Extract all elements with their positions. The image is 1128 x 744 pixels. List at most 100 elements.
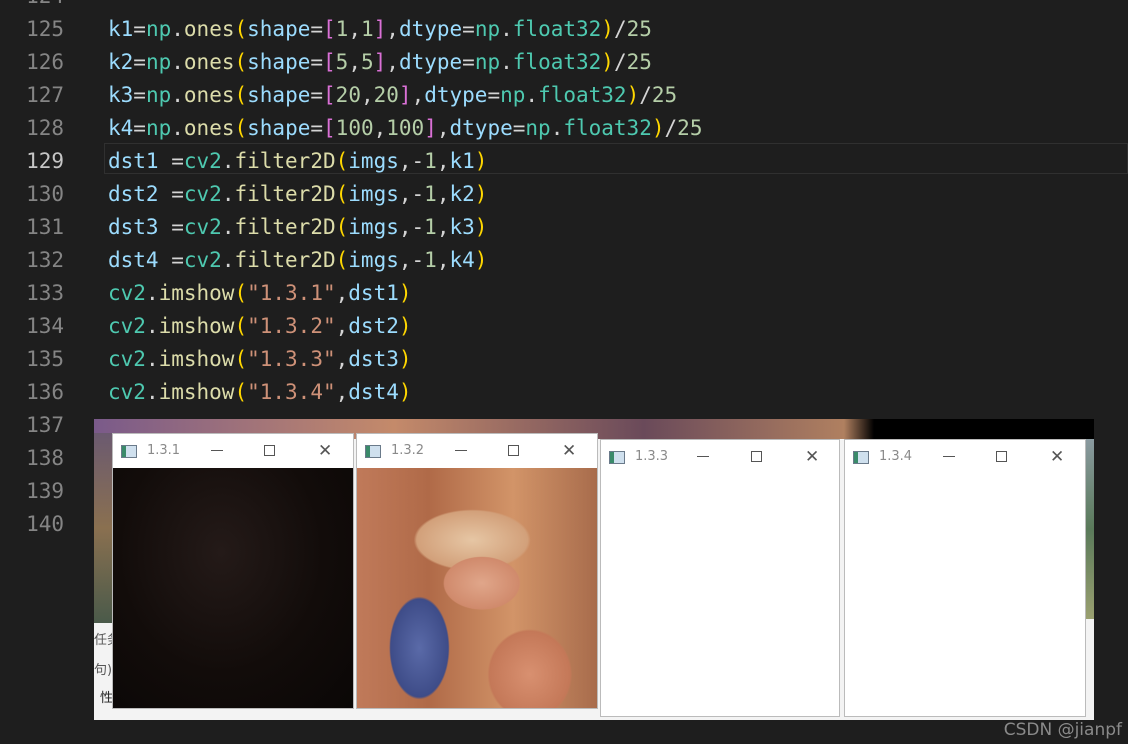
line-number: 126	[26, 50, 64, 74]
image-display	[845, 474, 1085, 716]
code-token: np	[525, 116, 551, 140]
code-token: ,	[398, 149, 412, 173]
code-token: k4	[108, 116, 134, 140]
code-token: (	[234, 17, 248, 41]
close-icon[interactable]: ✕	[1050, 448, 1064, 466]
app-window-icon	[365, 445, 381, 458]
code-token: )	[626, 83, 640, 107]
code-token: [	[323, 50, 336, 74]
code-line[interactable]: 125 k1=np.ones(shape=[1,1],dtype=np.float…	[0, 13, 1128, 46]
maximize-icon[interactable]	[264, 445, 275, 456]
minimize-icon[interactable]	[211, 450, 223, 451]
code-token: ,	[335, 380, 349, 404]
maximize-icon[interactable]	[996, 451, 1007, 462]
window-titlebar[interactable]: 1.3.4 ✕	[845, 440, 1085, 474]
code-token: dst3	[348, 347, 399, 371]
code-token: =	[462, 50, 475, 74]
code-token: ones	[183, 50, 235, 74]
code-line[interactable]: 134 cv2.imshow("1.3.2",dst2)	[0, 310, 1128, 343]
code-token: filter2D	[234, 248, 336, 272]
code-text: dst2 =cv2.filter2D(imgs,-1,k2)	[108, 178, 487, 211]
minimize-icon[interactable]	[455, 450, 467, 451]
code-token: /	[613, 50, 627, 74]
line-number: 134	[26, 314, 64, 338]
line-number: 128	[26, 116, 64, 140]
line-number: 127	[26, 83, 64, 107]
code-line[interactable]: 129 dst1 =cv2.filter2D(imgs,-1,k1)	[0, 145, 1128, 178]
line-number: 133	[26, 281, 64, 305]
code-line[interactable]: 132 dst4 =cv2.filter2D(imgs,-1,k4)	[0, 244, 1128, 277]
code-token: filter2D	[234, 149, 336, 173]
code-token: ,	[360, 83, 374, 107]
code-line[interactable]: 136 cv2.imshow("1.3.4",dst4)	[0, 376, 1128, 409]
code-token: .	[221, 182, 235, 206]
code-token: dst2	[108, 182, 159, 206]
background-text-fragment: 句)	[94, 663, 113, 678]
code-line[interactable]: 130 dst2 =cv2.filter2D(imgs,-1,k2)	[0, 178, 1128, 211]
code-line[interactable]: 131 dst3 =cv2.filter2D(imgs,-1,k3)	[0, 211, 1128, 244]
code-token: (	[234, 83, 248, 107]
code-line[interactable]: 128 k4=np.ones(shape=[100,100],dtype=np.f…	[0, 112, 1128, 145]
code-token: =	[310, 50, 324, 74]
code-token: ,	[386, 50, 399, 74]
line-number: 124	[0, 0, 64, 13]
code-token: ,	[436, 215, 450, 239]
code-token: =	[310, 17, 324, 41]
code-token: shape	[247, 116, 311, 140]
window-title: 1.3.3	[635, 449, 669, 464]
code-token: -	[411, 215, 425, 239]
code-token: )	[398, 281, 412, 305]
background-image-left	[94, 433, 114, 623]
code-token: dst2	[348, 314, 399, 338]
code-line[interactable]: 124	[0, 0, 1128, 13]
code-token: 25	[677, 116, 703, 140]
line-number: 125	[26, 17, 64, 41]
image-window-1-3-1[interactable]: 1.3.1 ✕	[112, 433, 354, 709]
minimize-icon[interactable]	[943, 456, 955, 457]
code-token: k2	[449, 182, 475, 206]
code-token: ,	[386, 17, 399, 41]
code-line[interactable]: 133 cv2.imshow("1.3.1",dst1)	[0, 277, 1128, 310]
code-token: filter2D	[234, 182, 336, 206]
code-token: dst4	[348, 380, 399, 404]
code-token: imgs	[348, 149, 399, 173]
code-line[interactable]: 135 cv2.imshow("1.3.3",dst3)	[0, 343, 1128, 376]
code-token: shape	[247, 83, 311, 107]
maximize-icon[interactable]	[751, 451, 762, 462]
code-token: imshow	[158, 281, 235, 305]
code-text: k2=np.ones(shape=[5,5],dtype=np.float32)…	[108, 46, 652, 79]
code-token: =	[158, 215, 184, 239]
code-text: cv2.imshow("1.3.1",dst1)	[108, 277, 412, 310]
code-token: )	[601, 50, 614, 74]
close-icon[interactable]: ✕	[562, 442, 576, 460]
code-token: "1.3.4"	[247, 380, 336, 404]
code-token: =	[133, 17, 146, 41]
code-token: cv2	[183, 149, 222, 173]
close-icon[interactable]: ✕	[318, 442, 332, 460]
maximize-icon[interactable]	[508, 445, 519, 456]
code-token: .	[221, 215, 235, 239]
code-token: (	[234, 50, 248, 74]
minimize-icon[interactable]	[697, 456, 709, 457]
code-token: 25	[626, 50, 652, 74]
code-text: k3=np.ones(shape=[20,20],dtype=np.float3…	[108, 79, 677, 112]
code-token: imgs	[348, 182, 399, 206]
code-token: )	[474, 215, 488, 239]
code-token: dtype	[398, 50, 463, 74]
code-token: cv2	[108, 281, 146, 305]
code-line[interactable]: 127 k3=np.ones(shape=[20,20],dtype=np.flo…	[0, 79, 1128, 112]
code-token: filter2D	[234, 215, 336, 239]
code-token: =	[133, 116, 146, 140]
window-titlebar[interactable]: 1.3.1 ✕	[113, 434, 353, 468]
close-icon[interactable]: ✕	[805, 448, 819, 466]
line-number: 132	[26, 248, 64, 272]
code-token: float32	[512, 50, 602, 74]
image-window-1-3-2[interactable]: 1.3.2 ✕	[356, 433, 598, 709]
image-window-1-3-3[interactable]: 1.3.3 ✕	[600, 439, 840, 717]
window-titlebar[interactable]: 1.3.3 ✕	[601, 440, 839, 474]
image-window-1-3-4[interactable]: 1.3.4 ✕	[844, 439, 1086, 717]
window-titlebar[interactable]: 1.3.2 ✕	[357, 434, 597, 468]
code-token: ,	[398, 215, 412, 239]
code-token: =	[487, 83, 501, 107]
code-line[interactable]: 126 k2=np.ones(shape=[5,5],dtype=np.float…	[0, 46, 1128, 79]
